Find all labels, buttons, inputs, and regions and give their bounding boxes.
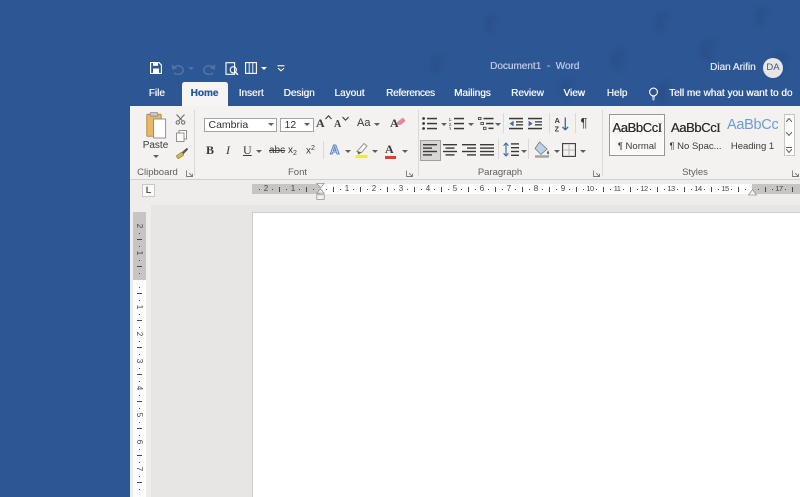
svg-text:3.: 3. bbox=[449, 126, 453, 130]
svg-text:Z: Z bbox=[555, 124, 560, 132]
